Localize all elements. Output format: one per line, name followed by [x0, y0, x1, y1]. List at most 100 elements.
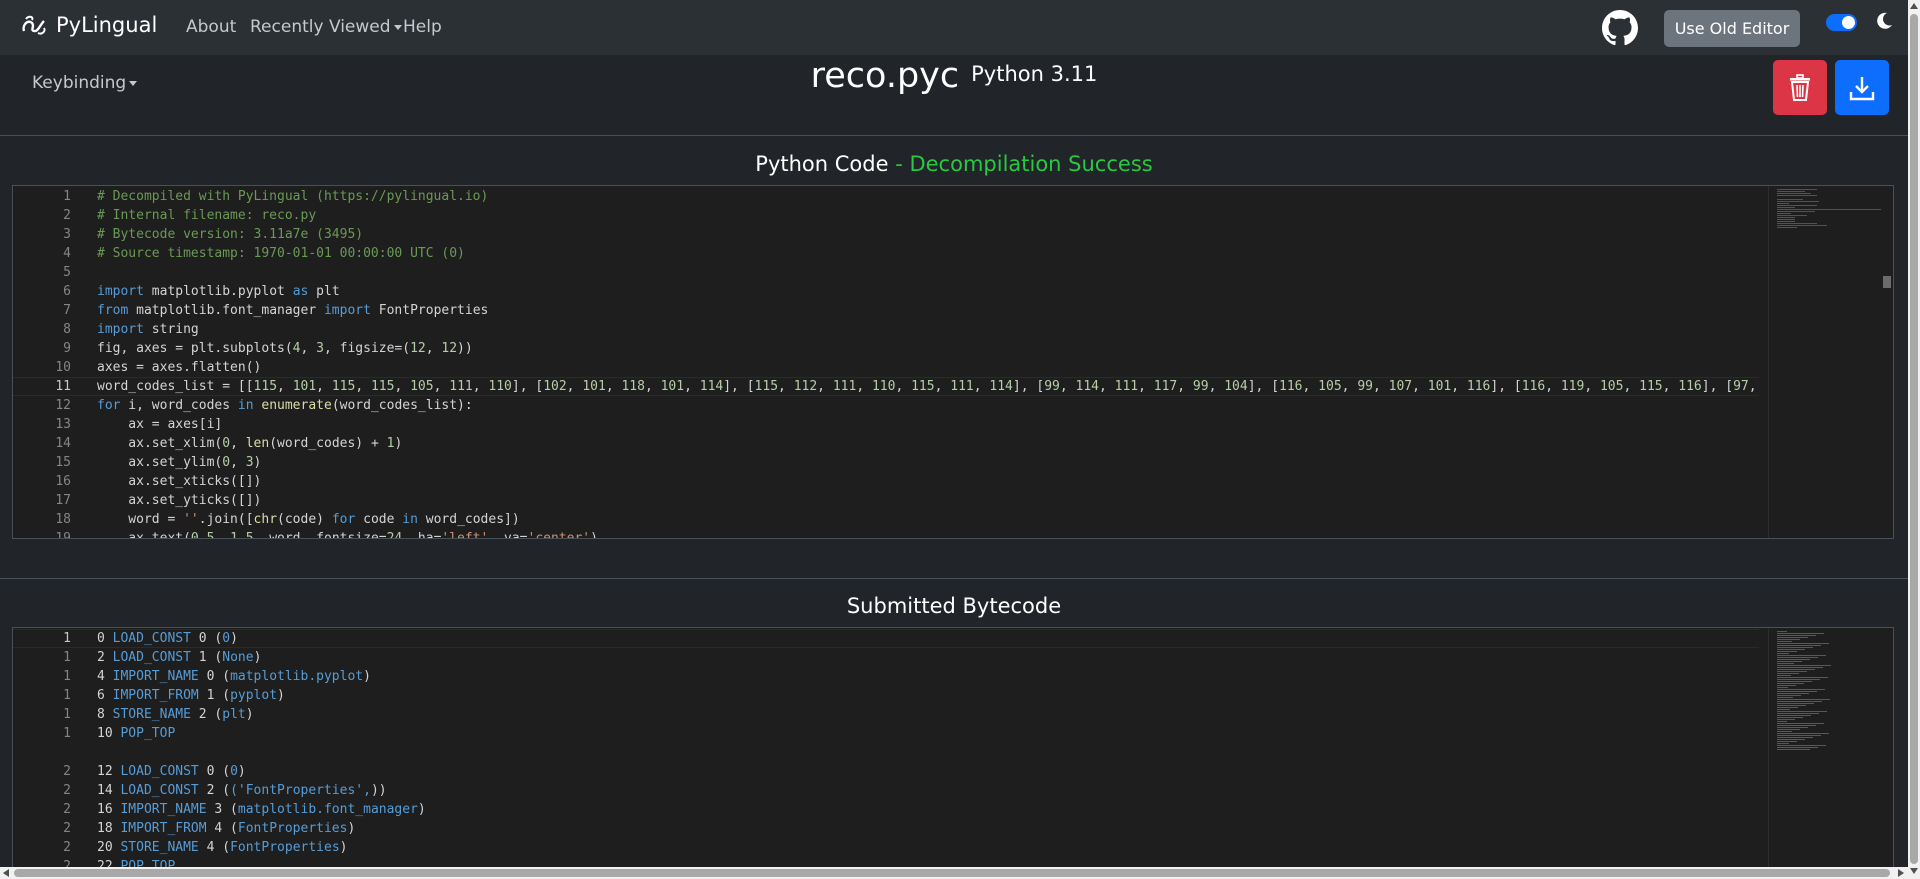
use-old-editor-button[interactable]: Use Old Editor	[1664, 10, 1800, 47]
line-text: 14 LOAD_CONST 2 (('FontProperties',))	[97, 783, 387, 798]
line-text: # Internal filename: reco.py	[97, 208, 317, 223]
theme-toggle[interactable]	[1826, 14, 1857, 31]
line-number: 1	[63, 631, 71, 646]
code-line[interactable]: 2 16 IMPORT_NAME 3 (matplotlib.font_manag…	[13, 800, 1759, 819]
line-text: for i, word_codes in enumerate(word_code…	[97, 398, 473, 413]
nav-recently-viewed[interactable]: Recently Viewed	[250, 17, 402, 37]
bytecode-editor[interactable]: 1 0 LOAD_CONST 0 (0) 1 2 LOAD_CONST 1 (None…	[12, 627, 1894, 869]
code-line[interactable]: 18 word = ''.join([chr(code) for code in…	[13, 510, 1759, 529]
delete-button[interactable]	[1773, 60, 1827, 115]
code-line[interactable]: 2 # Internal filename: reco.py	[13, 206, 1759, 225]
code-line[interactable]: 2 14 LOAD_CONST 2 (('FontProperties',))	[13, 781, 1759, 800]
line-text: ax = axes[i]	[97, 417, 223, 432]
code-line[interactable]: 15 ax.set_ylim(0, 3)	[13, 453, 1759, 472]
line-number: 1	[63, 669, 71, 684]
code-line[interactable]: 6 import matplotlib.pyplot as plt	[13, 282, 1759, 301]
code-line[interactable]: 1 2 LOAD_CONST 1 (None)	[13, 648, 1759, 667]
file-name: reco.pyc	[810, 56, 960, 96]
line-text: word_codes_list = [[115, 101, 115, 115, …	[97, 379, 1757, 394]
line-text: 0 LOAD_CONST 0 (0)	[97, 631, 238, 646]
code-line[interactable]: 5	[13, 263, 1759, 282]
pylingual-logo-icon	[22, 15, 46, 35]
line-number: 2	[63, 764, 71, 779]
line-number: 7	[63, 303, 71, 318]
divider	[0, 135, 1908, 136]
code-line[interactable]: 1 8 STORE_NAME 2 (plt)	[13, 705, 1759, 724]
nav-recently-viewed-label: Recently Viewed	[250, 17, 391, 37]
line-number: 19	[55, 531, 71, 539]
bytecode-lines[interactable]: 1 0 LOAD_CONST 0 (0) 1 2 LOAD_CONST 1 (None…	[13, 628, 1759, 868]
line-text: from matplotlib.font_manager import Font…	[97, 303, 489, 318]
line-text: 8 STORE_NAME 2 (plt)	[97, 707, 254, 722]
code-line[interactable]: 13 ax = axes[i]	[13, 415, 1759, 434]
code-line[interactable]: 2 18 IMPORT_FROM 4 (FontProperties)	[13, 819, 1759, 838]
python-minimap[interactable]	[1768, 186, 1881, 538]
code-line[interactable]: 17 ax.set_yticks([])	[13, 491, 1759, 510]
line-text: ax.set_yticks([])	[97, 493, 262, 508]
code-line[interactable]: 3 # Bytecode version: 3.11a7e (3495)	[13, 225, 1759, 244]
navbar: PyLingual About Recently Viewed Help Use…	[0, 0, 1908, 55]
line-text: # Decompiled with PyLingual (https://pyl…	[97, 189, 489, 204]
line-text: import string	[97, 322, 199, 337]
code-line[interactable]: 10 axes = axes.flatten()	[13, 358, 1759, 377]
line-text: 6 IMPORT_FROM 1 (pyplot)	[97, 688, 285, 703]
line-number: 15	[55, 455, 71, 470]
code-line[interactable]: 19 ax.text(0.5, 1.5, word, fontsize=24, …	[13, 529, 1759, 539]
code-line[interactable]: 11 word_codes_list = [[115, 101, 115, 115…	[13, 377, 1759, 396]
brand-link[interactable]: PyLingual	[20, 13, 157, 37]
code-line[interactable]: 2 12 LOAD_CONST 0 (0)	[13, 762, 1759, 781]
line-number: 2	[63, 208, 71, 223]
line-number: 1	[63, 650, 71, 665]
code-line[interactable]: 14 ax.set_xlim(0, len(word_codes) + 1)	[13, 434, 1759, 453]
page-vertical-scrollbar[interactable]	[1908, 0, 1920, 879]
python-code-lines[interactable]: 1 # Decompiled with PyLingual (https://py…	[13, 186, 1759, 539]
brand-name: PyLingual	[56, 13, 158, 37]
line-number: 2	[63, 802, 71, 817]
code-line[interactable]: 9 fig, axes = plt.subplots(4, 3, figsize=…	[13, 339, 1759, 358]
line-number: 5	[63, 265, 71, 280]
download-button[interactable]	[1835, 60, 1889, 115]
line-number: 2	[63, 783, 71, 798]
line-number: 17	[55, 493, 71, 508]
line-text: 18 IMPORT_FROM 4 (FontProperties)	[97, 821, 356, 836]
python-code-editor[interactable]: 1 # Decompiled with PyLingual (https://py…	[12, 185, 1894, 539]
code-line[interactable]: 1 10 POP_TOP	[13, 724, 1759, 743]
line-text: ax.set_xticks([])	[97, 474, 262, 489]
bytecode-editor-scrollbar[interactable]	[1881, 628, 1893, 868]
nav-help[interactable]: Help	[403, 17, 442, 37]
line-text: import matplotlib.pyplot as plt	[97, 284, 340, 299]
line-number: 11	[55, 379, 71, 394]
line-text: 12 LOAD_CONST 0 (0)	[97, 764, 246, 779]
line-text: ax.set_xlim(0, len(word_codes) + 1)	[97, 436, 403, 451]
python-editor-scrollbar[interactable]	[1881, 186, 1893, 538]
bytecode-minimap[interactable]	[1768, 628, 1881, 868]
bytecode-heading: Submitted Bytecode	[846, 594, 1062, 618]
moon-icon[interactable]	[1874, 11, 1894, 31]
code-line[interactable]: 1 6 IMPORT_FROM 1 (pyplot)	[13, 686, 1759, 705]
line-number: 1	[63, 707, 71, 722]
line-number: 10	[55, 360, 71, 375]
line-number: 2	[63, 840, 71, 855]
line-number: 12	[55, 398, 71, 413]
trash-icon	[1790, 73, 1810, 101]
code-line[interactable]	[13, 743, 1759, 762]
code-line[interactable]: 7 from matplotlib.font_manager import Fon…	[13, 301, 1759, 320]
github-icon[interactable]	[1602, 10, 1638, 46]
code-line[interactable]: 8 import string	[13, 320, 1759, 339]
code-line[interactable]: 1 4 IMPORT_NAME 0 (matplotlib.pyplot)	[13, 667, 1759, 686]
code-line[interactable]: 1 0 LOAD_CONST 0 (0)	[13, 629, 1759, 648]
code-line[interactable]: 16 ax.set_xticks([])	[13, 472, 1759, 491]
page-horizontal-scrollbar[interactable]	[0, 867, 1908, 879]
line-number: 1	[63, 726, 71, 741]
line-number: 2	[63, 821, 71, 836]
line-text: fig, axes = plt.subplots(4, 3, figsize=(…	[97, 341, 473, 356]
code-line[interactable]: 1 # Decompiled with PyLingual (https://py…	[13, 187, 1759, 206]
line-number: 16	[55, 474, 71, 489]
nav-about[interactable]: About	[186, 17, 236, 37]
line-text: 2 LOAD_CONST 1 (None)	[97, 650, 262, 665]
line-number: 3	[63, 227, 71, 242]
line-text: ax.text(0.5, 1.5, word, fontsize=24, ha=…	[97, 531, 598, 539]
code-line[interactable]: 4 # Source timestamp: 1970-01-01 00:00:00…	[13, 244, 1759, 263]
code-line[interactable]: 12 for i, word_codes in enumerate(word_co…	[13, 396, 1759, 415]
code-line[interactable]: 2 20 STORE_NAME 4 (FontProperties)	[13, 838, 1759, 857]
